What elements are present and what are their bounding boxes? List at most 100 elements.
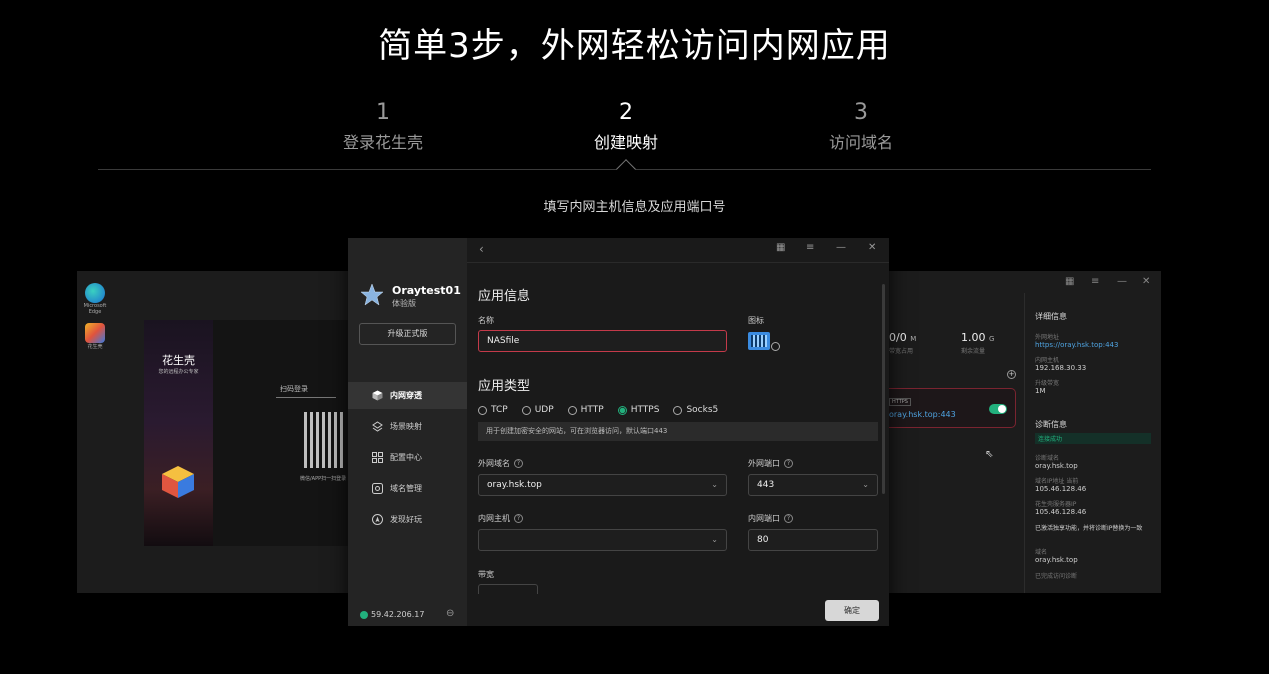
radio-https[interactable]: HTTPS — [617, 405, 659, 415]
radio-circle-icon — [567, 405, 577, 415]
desktop-icon-caption: Microsoft Edge — [83, 303, 107, 315]
step-1[interactable]: 1 登录花生壳 — [283, 100, 483, 153]
ext-port-select[interactable]: 443 ⌄ — [748, 474, 878, 496]
hero-title: 简单3步，外网轻松访问内网应用 — [378, 26, 891, 66]
stat-unit: G — [989, 335, 995, 343]
close-icon[interactable]: ✕ — [868, 242, 876, 253]
nav-item-domain[interactable]: 域名管理 — [348, 475, 467, 502]
detail-label: 域名 — [1035, 549, 1048, 556]
step-2[interactable]: 2 创建映射 — [526, 100, 726, 153]
close-icon[interactable]: ✕ — [1142, 276, 1150, 287]
protocol-badge: HTTPS — [889, 398, 911, 406]
radio-label: TCP — [491, 405, 508, 415]
detail-label: 域名IP地址 当前 — [1035, 478, 1079, 485]
mapping-form-area: ‹ ▦ ≡ — ✕ 应用信息 名称 NASfile 图标 应用类型 TCP UD… — [467, 238, 889, 626]
back-chevron-icon[interactable]: ‹ — [479, 242, 484, 256]
radio-circle-icon — [478, 405, 487, 415]
minimize-icon[interactable]: — — [1117, 276, 1127, 287]
step-label: 登录花生壳 — [342, 133, 423, 152]
radio-socks5[interactable]: Socks5 — [673, 405, 718, 415]
bandwidth-input[interactable] — [478, 584, 538, 594]
step-subtitle: 填写内网主机信息及应用端口号 — [543, 200, 726, 215]
int-host-select[interactable]: ⌄ — [478, 529, 727, 551]
nas-app-icon[interactable] — [748, 332, 770, 350]
radio-label: UDP — [534, 405, 554, 415]
step-number: 3 — [854, 100, 868, 125]
compass-icon — [372, 514, 383, 525]
step-label: 访问域名 — [828, 133, 893, 152]
protocol-radio-group: TCP UDP HTTP HTTPS Socks5 — [478, 405, 732, 415]
form-scrollbar[interactable] — [882, 284, 885, 494]
ip-footer: 59.42.206.17 — [360, 610, 424, 619]
help-icon[interactable]: ? — [514, 459, 523, 468]
nav-item-intranet[interactable]: 内网穿透 — [348, 382, 467, 409]
nav-item-scene[interactable]: 场景映射 — [348, 413, 467, 440]
diag-status-badge: 连接成功 — [1035, 433, 1151, 444]
qr-icon[interactable]: ▦ — [776, 242, 785, 253]
menu-icon[interactable]: ≡ — [806, 242, 814, 253]
stat-label: 剩余流量 — [961, 348, 986, 355]
titlebar-divider — [467, 262, 889, 263]
qr-caption: 微信/APP扫一扫登录 — [300, 476, 347, 482]
add-mapping-icon[interactable]: + — [1007, 370, 1016, 379]
radio-circle-icon — [521, 405, 531, 415]
int-host-label: 内网主机? — [478, 513, 523, 524]
nav-item-config[interactable]: 配置中心 — [348, 444, 467, 471]
edge-icon[interactable]: Microsoft Edge — [84, 283, 106, 315]
nav-label: 场景映射 — [390, 422, 422, 431]
scan-login-label[interactable]: 扫码登录 — [280, 384, 308, 394]
nav-item-discover[interactable]: 发现好玩 — [348, 506, 467, 533]
chevron-down-icon: ⌄ — [862, 480, 869, 489]
mapping-toggle[interactable] — [989, 404, 1007, 414]
name-label: 名称 — [478, 316, 494, 325]
scan-underline — [276, 397, 336, 398]
chevron-down-icon: ⌄ — [711, 480, 718, 489]
ext-domain-label: 外网域名? — [478, 458, 523, 469]
upgrade-button[interactable]: 升级正式版 — [359, 323, 456, 345]
radio-tcp[interactable]: TCP — [478, 405, 508, 415]
detail-label: 内网主机 — [1035, 357, 1060, 364]
mapping-card[interactable]: HTTPS oray.hsk.top:443 — [889, 388, 1016, 428]
gear-icon[interactable] — [771, 342, 780, 351]
qr-icon[interactable]: ▦ — [1065, 276, 1074, 287]
login-banner: 花生壳 您的远程办公专家 — [144, 320, 213, 546]
qr-code-icon — [304, 412, 344, 468]
bandwidth-label: 带宽 — [478, 570, 494, 579]
ext-port-label: 外网端口? — [748, 458, 793, 469]
star-avatar-icon[interactable] — [360, 283, 384, 307]
confirm-button[interactable]: 确定 — [825, 600, 879, 621]
help-icon[interactable]: ? — [514, 514, 523, 523]
radio-udp[interactable]: UDP — [521, 405, 554, 415]
brand-tagline: 您的远程办公专家 — [158, 369, 199, 375]
detail-value: oray.hsk.top — [1035, 462, 1078, 470]
step-3[interactable]: 3 访问域名 — [761, 100, 961, 153]
nav-label: 域名管理 — [390, 484, 422, 493]
menu-icon[interactable]: ≡ — [1091, 276, 1099, 287]
grid-icon — [372, 452, 383, 463]
mapping-domain[interactable]: oray.hsk.top:443 — [889, 410, 956, 419]
detail-label: 升级带宽 — [1035, 380, 1060, 387]
detail-value: 192.168.30.33 — [1035, 364, 1087, 372]
background-detail-panel: ▦ ≡ — ✕ 0/0 M 带宽占用 1.00 G 剩余流量 + HTTPS o… — [889, 271, 1161, 593]
zoom-icon[interactable]: ⊖ — [446, 608, 454, 619]
app-sidebar: Oraytest01 体验版 升级正式版 内网穿透 场景映射 配置中心 域名管理… — [348, 238, 467, 626]
detail-ext-url[interactable]: https://oray.hsk.top:443 — [1035, 341, 1118, 349]
step-number: 1 — [376, 100, 390, 125]
int-port-input[interactable]: 80 — [748, 529, 878, 551]
status-dot-icon — [360, 610, 368, 619]
peanut-app-icon[interactable]: 花生壳 — [85, 323, 105, 350]
section-app-type: 应用类型 — [478, 379, 531, 394]
help-icon[interactable]: ? — [784, 459, 793, 468]
radio-selected-icon — [617, 405, 627, 415]
ext-domain-select[interactable]: oray.hsk.top ⌄ — [478, 474, 727, 496]
name-input[interactable]: NASfile — [478, 330, 727, 352]
login-window: 花生壳 您的远程办公专家 扫码登录 微信/APP扫一扫登录 — [144, 320, 348, 546]
select-value: 443 — [757, 480, 775, 490]
help-icon[interactable]: ? — [784, 514, 793, 523]
radio-http[interactable]: HTTP — [567, 405, 604, 415]
nav-label: 内网穿透 — [390, 391, 422, 400]
minimize-icon[interactable]: — — [836, 242, 846, 253]
detail-title: 详细信息 — [1035, 312, 1067, 321]
detail-label: 诊断域名 — [1035, 455, 1060, 462]
chevron-down-icon: ⌄ — [711, 535, 718, 544]
